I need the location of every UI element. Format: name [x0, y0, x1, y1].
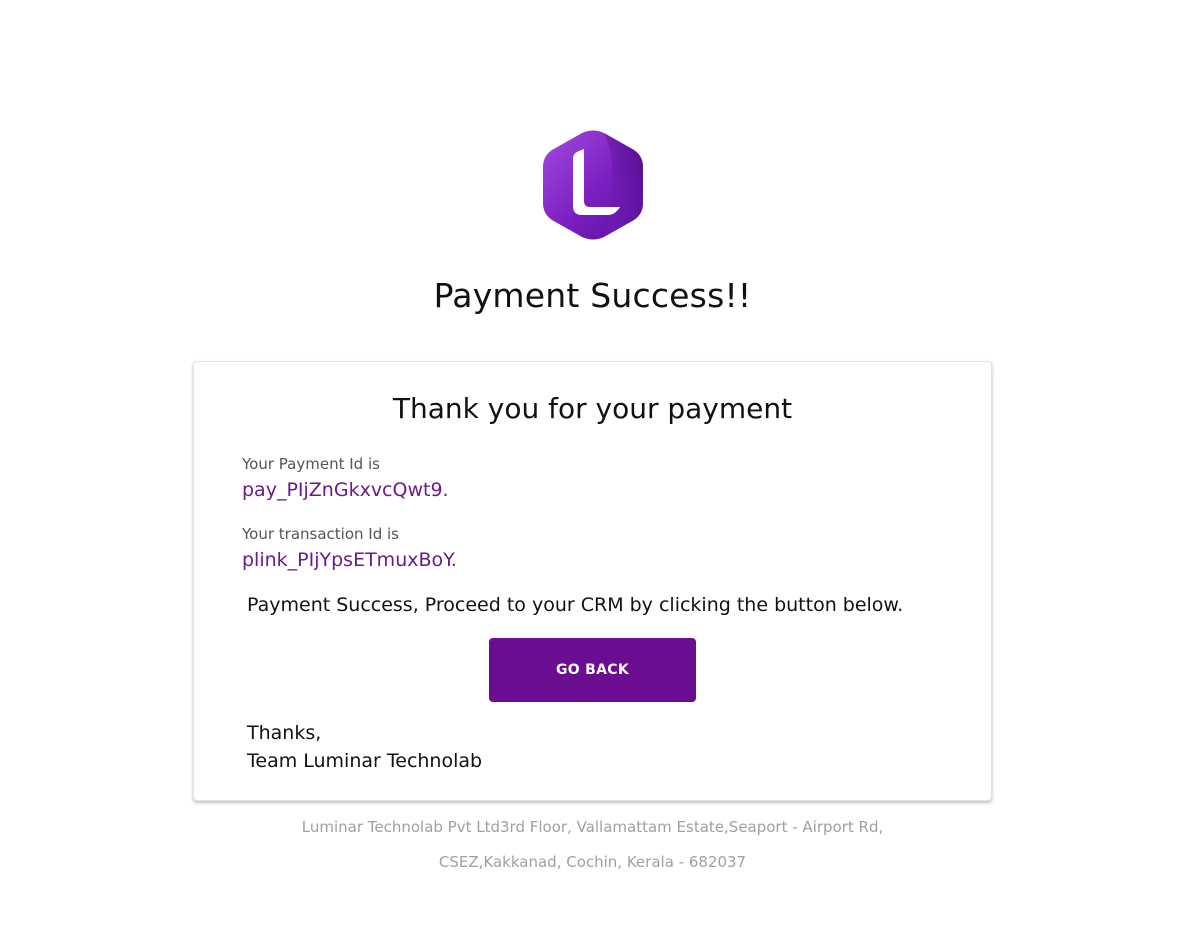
transaction-id-label: Your transaction Id is [242, 525, 399, 543]
signoff-thanks: Thanks, [247, 722, 322, 744]
payment-id-value: pay_PIjZnGkxvcQwt9. [242, 479, 449, 501]
card-heading: Thank you for your payment [392, 392, 793, 425]
signoff-team: Team Luminar Technolab [247, 750, 483, 772]
page-title: Payment Success!! [433, 276, 752, 315]
go-back-button[interactable]: GO BACK [489, 638, 696, 702]
transaction-id-value: plink_PIjYpsETmuxBoY. [242, 549, 457, 571]
payment-card: Thank you for your payment Your Payment … [193, 361, 992, 801]
success-message: Payment Success, Proceed to your CRM by … [247, 594, 904, 616]
footer-address-line2: CSEZ,Kakkanad, Cochin, Kerala - 682037 [438, 853, 747, 871]
luminar-logo-icon [542, 129, 644, 241]
footer-address-line1: Luminar Technolab Pvt Ltd3rd Floor, Vall… [301, 818, 884, 836]
payment-id-label: Your Payment Id is [242, 455, 380, 473]
